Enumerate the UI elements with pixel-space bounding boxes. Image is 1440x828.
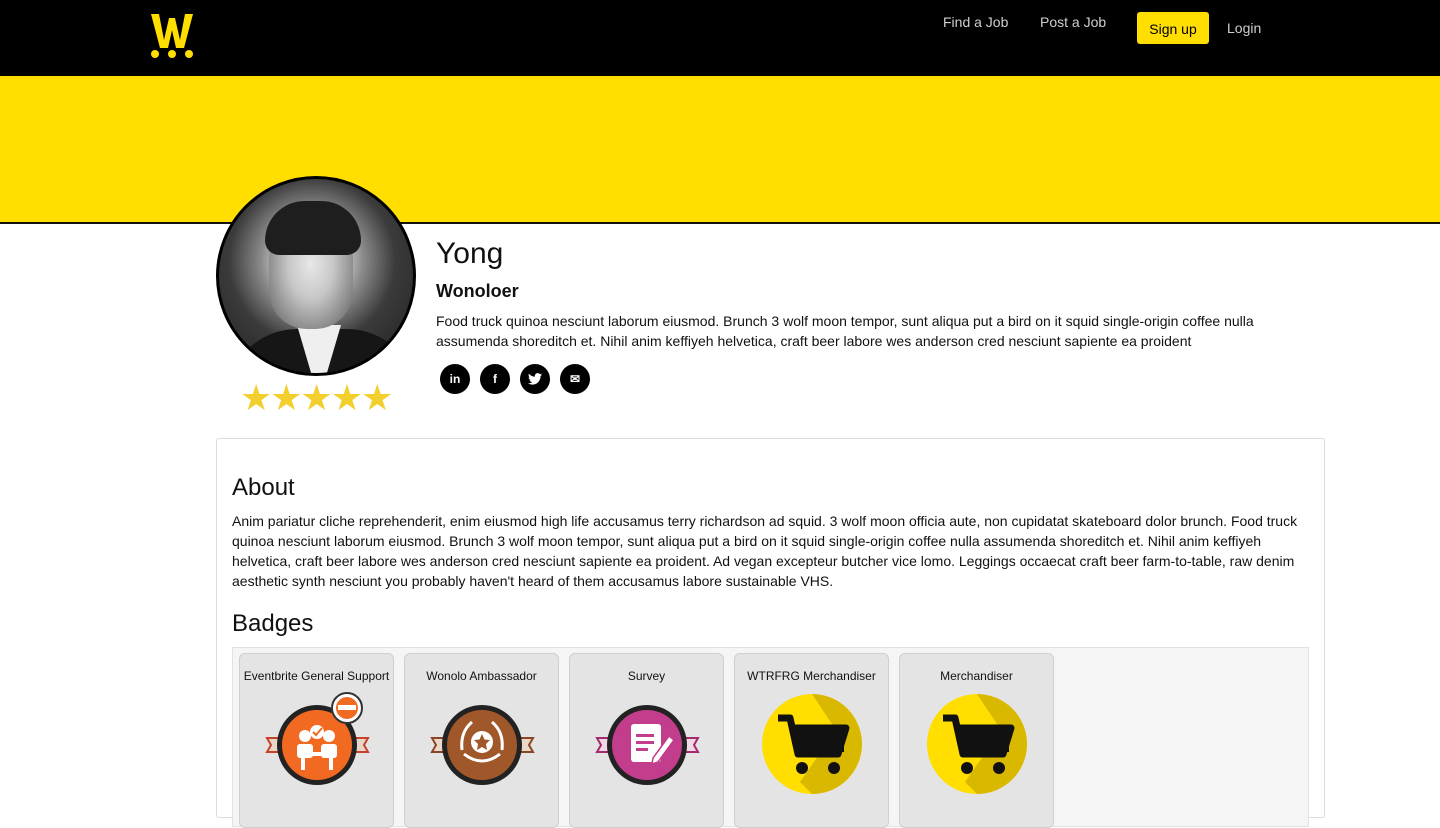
ambassador-badge-icon	[430, 705, 535, 785]
badge-card[interactable]: Eventbrite General Support	[239, 653, 394, 828]
badge-card[interactable]: WTRFRG Merchandiser	[734, 653, 889, 828]
profile-role: Wonoloer	[436, 281, 519, 301]
email-icon[interactable]: ✉	[560, 364, 590, 394]
badge-label: Wonolo Ambassador	[426, 669, 537, 683]
top-navbar: Find a Job Post a Job Sign up Login	[0, 0, 1440, 76]
badge-label: Merchandiser	[940, 669, 1013, 683]
profile-cover-banner	[0, 76, 1440, 224]
cart-icon	[762, 694, 862, 794]
badge-card[interactable]: Survey	[569, 653, 724, 828]
nav-find-a-job[interactable]: Find a Job	[943, 14, 1008, 30]
badge-card[interactable]: Wonolo Ambassador	[404, 653, 559, 828]
profile-name: Yong	[436, 237, 504, 270]
about-heading: About	[232, 474, 295, 501]
linkedin-icon[interactable]: in	[440, 364, 470, 394]
profile-avatar	[216, 176, 416, 376]
badge-label: Survey	[627, 669, 666, 683]
support-badge-icon	[265, 692, 370, 785]
about-text: Anim pariatur cliche reprehenderit, enim…	[232, 513, 1298, 589]
social-links: in f ✉	[440, 364, 590, 394]
wonolo-logo[interactable]	[147, 10, 197, 60]
login-link[interactable]: Login	[1227, 20, 1261, 36]
rating-stars: ★★★★★	[240, 377, 393, 418]
survey-badge-icon	[595, 705, 700, 785]
nav-post-a-job[interactable]: Post a Job	[1040, 14, 1106, 30]
signup-button[interactable]: Sign up	[1137, 12, 1209, 44]
facebook-icon[interactable]: f	[480, 364, 510, 394]
badges-list: Eventbrite General Support Wonolo Ambass…	[232, 647, 1309, 828]
badge-label: WTRFRG Merchandiser	[747, 669, 876, 683]
twitter-icon[interactable]	[520, 364, 550, 394]
profile-bio: Food truck quinoa nesciunt laborum eiusm…	[436, 313, 1254, 349]
badges-heading: Badges	[232, 610, 314, 637]
badge-card[interactable]: Merchandiser	[899, 653, 1054, 828]
profile-details-card: About Anim pariatur cliche reprehenderit…	[216, 438, 1325, 828]
badge-label: Eventbrite General Support	[243, 669, 390, 683]
cart-icon	[927, 694, 1027, 794]
